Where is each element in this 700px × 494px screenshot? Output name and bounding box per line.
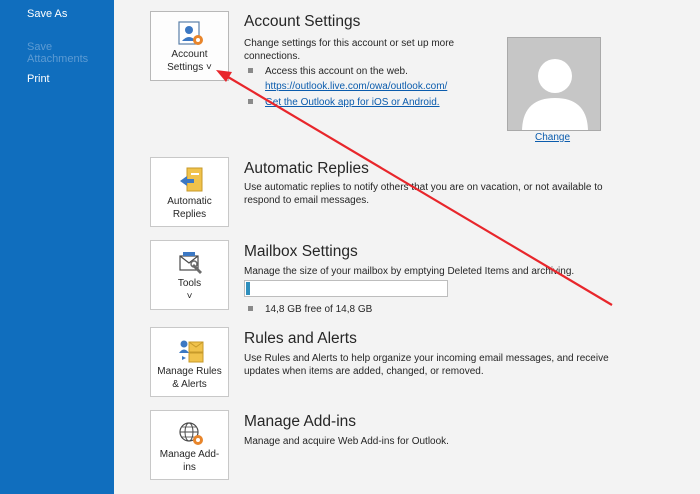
rules-alerts-icon <box>179 340 204 363</box>
account-settings-label-line2: Settings ˅ <box>167 62 212 73</box>
rules-alerts-desc: Use Rules and Alerts to help organize yo… <box>244 353 609 377</box>
mailbox-usage-bar <box>244 280 448 297</box>
mailbox-settings-title: Mailbox Settings <box>244 243 358 260</box>
account-settings-title: Account Settings <box>244 13 361 30</box>
manage-addins-title: Manage Add-ins <box>244 413 357 430</box>
manage-addins-label-line2: ins <box>183 462 196 473</box>
automatic-replies-title: Automatic Replies <box>244 160 369 177</box>
person-silhouette-icon <box>508 38 600 130</box>
access-web-text: Access this account on the web. <box>265 66 408 77</box>
change-photo-link[interactable]: Change <box>535 132 570 143</box>
automatic-replies-label-line1: Automatic <box>167 196 212 207</box>
tools-button[interactable]: Tools ˅ <box>150 240 229 310</box>
manage-rules-alerts-button[interactable]: Manage Rules & Alerts <box>150 327 229 397</box>
manage-addins-button[interactable]: Manage Add- ins <box>150 410 229 480</box>
manage-rules-label-line1: Manage Rules <box>157 366 222 377</box>
account-settings-label-line1: Account <box>171 49 208 60</box>
automatic-replies-button[interactable]: Automatic Replies <box>150 157 229 227</box>
automatic-replies-label-line2: Replies <box>172 209 207 220</box>
get-outlook-app-link[interactable]: Get the Outlook app for iOS or Android. <box>265 97 440 108</box>
avatar <box>507 37 601 131</box>
rules-alerts-title: Rules and Alerts <box>244 330 357 347</box>
account-settings-desc: Change settings for this account or set … <box>244 38 455 62</box>
tools-label: Tools <box>177 278 202 289</box>
mailbox-usage-text: 14,8 GB free of 14,8 GB <box>265 304 373 315</box>
tools-chevron-down-icon: ˅ <box>186 291 193 302</box>
globe-gear-icon <box>179 422 203 445</box>
account-settings-icon <box>178 21 203 45</box>
mailbox-usage-fill <box>246 282 250 295</box>
sidebar-item-save-attachments: Save Attachments <box>27 41 89 65</box>
bullet-marker <box>248 68 253 73</box>
outlook-web-link[interactable]: https://outlook.live.com/owa/outlook.com… <box>265 81 447 92</box>
bullet-marker <box>248 99 253 104</box>
bullet-marker <box>248 306 253 311</box>
account-settings-button[interactable]: Account Settings ˅ <box>150 11 229 81</box>
manage-addins-desc: Manage and acquire Web Add-ins for Outlo… <box>244 436 449 447</box>
sidebar-item-print[interactable]: Print <box>27 73 50 85</box>
manage-rules-label-line2: & Alerts <box>172 379 207 390</box>
tools-icon <box>179 252 202 274</box>
automatic-replies-icon <box>180 167 203 192</box>
account-info-panel: Account Settings ˅ Account Settings Chan… <box>114 0 700 494</box>
backstage-sidebar: Save As Save Attachments Print <box>0 0 114 494</box>
manage-addins-label-line1: Manage Add- <box>159 449 220 460</box>
mailbox-settings-desc: Manage the size of your mailbox by empty… <box>244 266 575 277</box>
sidebar-item-save-as[interactable]: Save As <box>27 8 67 20</box>
automatic-replies-desc: Use automatic replies to notify others t… <box>244 182 603 206</box>
